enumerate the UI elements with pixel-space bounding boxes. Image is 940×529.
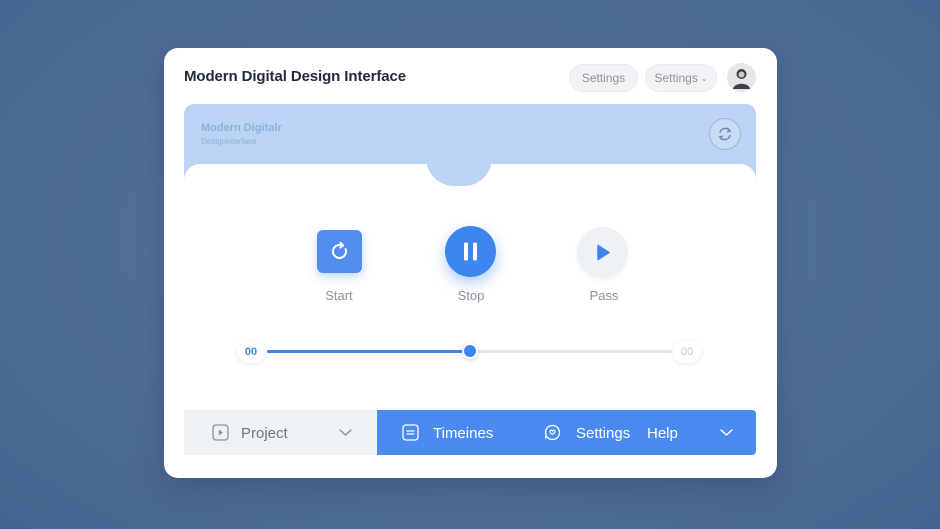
pass-button[interactable] — [577, 227, 628, 278]
timelines-label: Timeines — [433, 425, 494, 442]
help-label: Help — [647, 425, 678, 442]
refresh-icon — [718, 127, 732, 141]
chevron-down-icon: ⌄ — [700, 74, 708, 83]
panel-title: Modern Digitalr — [201, 122, 282, 134]
end-time: 00 — [673, 341, 701, 363]
settings-dropdown[interactable]: Settings ⌄ — [645, 64, 717, 92]
stop-label: Stop — [457, 288, 485, 303]
start-label: Start — [325, 288, 353, 303]
chevron-down-icon — [339, 429, 352, 436]
project-label: Project — [241, 425, 288, 442]
help-menu[interactable]: Help — [639, 410, 756, 455]
progress-knob[interactable] — [462, 343, 478, 359]
settings-button-label: Settings — [581, 71, 626, 85]
stop-button[interactable] — [445, 226, 496, 277]
settings-button[interactable]: Settings — [569, 64, 638, 92]
chevron-down-icon — [720, 429, 733, 436]
progress-fill — [267, 350, 470, 353]
page-title: Modern Digital Design Interface — [184, 68, 406, 85]
project-selector[interactable]: Project — [184, 410, 378, 455]
replay-icon — [332, 241, 347, 259]
timeline-icon — [402, 424, 419, 441]
panel-subtitle: Designinterface — [201, 137, 257, 146]
settings-tab[interactable]: Settings — [537, 410, 637, 455]
main-toolbar: Timeines Settings Help — [377, 410, 756, 455]
main-window: Modern Digital Design Interface Settings… — [164, 48, 777, 478]
refresh-button[interactable] — [709, 118, 741, 150]
pause-icon — [464, 242, 477, 261]
current-time: 00 — [237, 341, 265, 363]
settings-tab-label: Settings — [576, 425, 631, 442]
avatar[interactable] — [727, 63, 756, 92]
settings-icon — [544, 424, 561, 441]
pass-label: Pass — [589, 288, 619, 303]
video-icon — [212, 424, 229, 441]
settings-dropdown-label: Settings — [654, 71, 698, 85]
play-icon — [597, 244, 610, 261]
avatar-icon — [727, 63, 756, 92]
timelines-button[interactable]: Timeines — [377, 410, 512, 455]
start-button[interactable] — [317, 230, 362, 273]
